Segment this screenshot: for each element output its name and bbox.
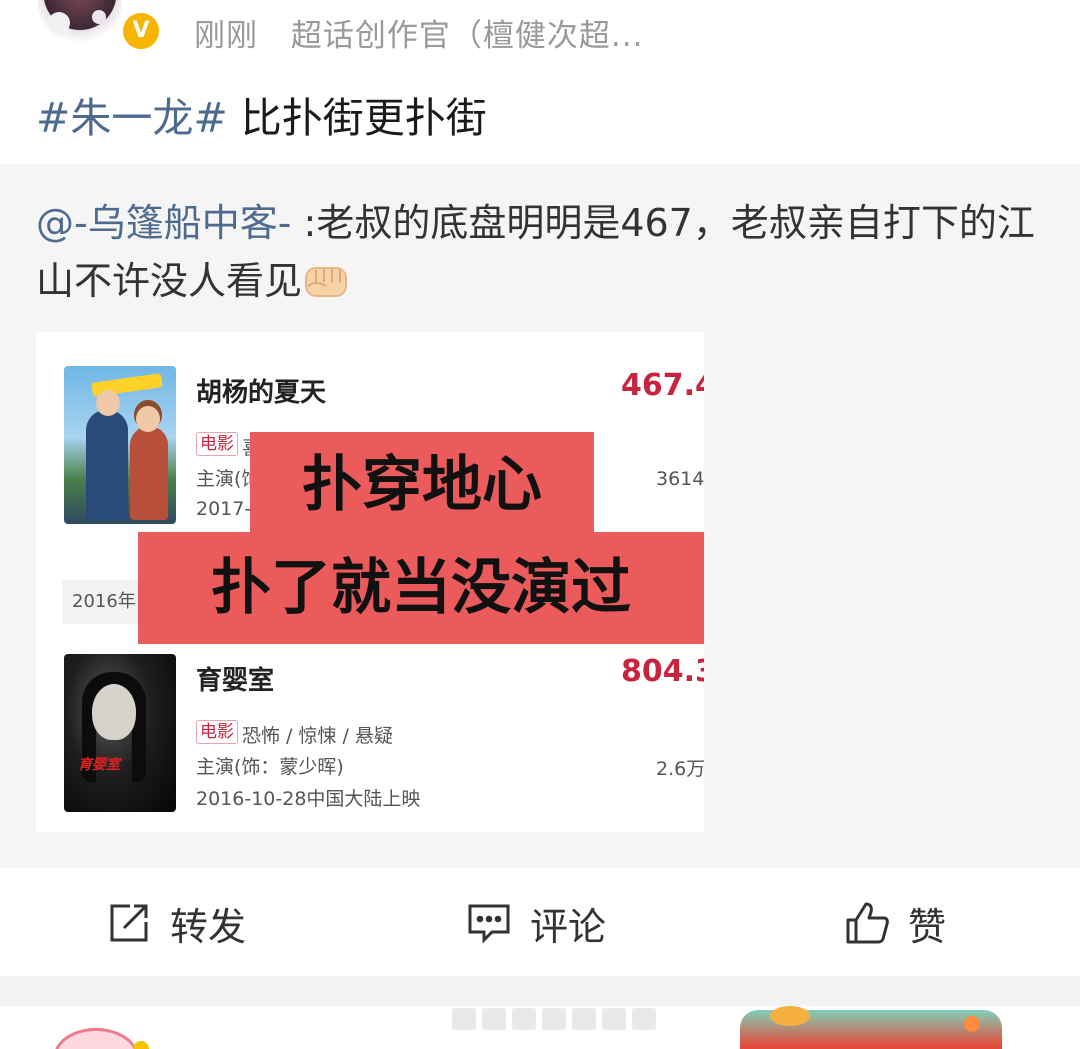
promo-banner[interactable]: [740, 1006, 1002, 1049]
weibo-post-page: V 刚刚 超话创作官（檀健次超... #朱一龙# 比扑街更扑街 @-乌篷船中客-…: [0, 0, 1080, 1049]
action-bar: 转发 评论 赞: [0, 868, 1080, 978]
movie-poster: [64, 366, 176, 524]
movie-type-tag: 电影: [196, 432, 238, 456]
movie-type-tag: 电影: [196, 720, 238, 744]
loading-placeholder: [452, 1008, 656, 1030]
next-feed-item: [0, 1006, 1080, 1049]
post-header: V 刚刚 超话创作官（檀健次超...: [0, 0, 1080, 68]
movie-poster: 育婴室: [64, 654, 176, 812]
like-label: 赞: [908, 904, 947, 949]
movie-release: 2016-10-28中国大陆上映: [196, 788, 421, 810]
movie-title: 胡杨的夏天: [196, 378, 327, 408]
comment-icon: [468, 904, 510, 944]
pig-avatar-icon[interactable]: [54, 1028, 149, 1049]
thumbs-up-icon: [846, 902, 889, 944]
movie-title: 育婴室: [196, 666, 275, 696]
overlay-caption-1: 扑穿地心: [250, 432, 594, 538]
mention-link[interactable]: @-乌篷船中客-: [36, 201, 291, 245]
post-source[interactable]: 超话创作官（檀健次超...: [291, 18, 644, 54]
post-time: 刚刚: [194, 18, 258, 54]
repost-text: @-乌篷船中客- :老叔的底盘明明是467，老叔亲自打下的江山不许没人看见: [36, 194, 1046, 310]
post-meta: 刚刚 超话创作官（檀健次超...: [194, 10, 665, 55]
comment-button[interactable]: 评论: [466, 898, 607, 949]
embedded-image[interactable]: 胡杨的夏天 467.4 电影 喜 主演(饰 2017- 3614 2016年 育…: [36, 332, 704, 832]
verified-badge-icon: V: [120, 10, 162, 52]
share-icon: [110, 904, 148, 942]
hashtag-link[interactable]: #朱一龙#: [36, 94, 228, 142]
movie-count: 2.6万: [656, 758, 704, 780]
movie-score: 467.4: [621, 368, 704, 403]
reposted-content[interactable]: @-乌篷船中客- :老叔的底盘明明是467，老叔亲自打下的江山不许没人看见 胡杨…: [0, 164, 1080, 868]
avatar-image: [38, 0, 122, 44]
feed-divider: [0, 976, 1080, 1006]
repost-label: 转发: [170, 904, 247, 949]
post-body: #朱一龙# 比扑街更扑街: [36, 84, 487, 144]
like-button[interactable]: 赞: [844, 898, 947, 949]
movie-count: 3614: [656, 468, 704, 490]
repost-button[interactable]: 转发: [106, 898, 247, 949]
post-text: 比扑街更扑街: [227, 94, 487, 142]
fist-emoji-icon: [305, 267, 348, 297]
overlay-caption-2: 扑了就当没演过: [138, 532, 704, 644]
movie-genre: 恐怖 / 惊悚 / 悬疑: [242, 725, 393, 747]
avatar[interactable]: V: [38, 0, 162, 52]
movie-cast: 主演(饰：蒙少晖): [196, 756, 344, 778]
movie-score: 804.3: [621, 654, 704, 689]
comment-label: 评论: [530, 904, 607, 949]
movie-release: 2017-: [196, 498, 252, 520]
